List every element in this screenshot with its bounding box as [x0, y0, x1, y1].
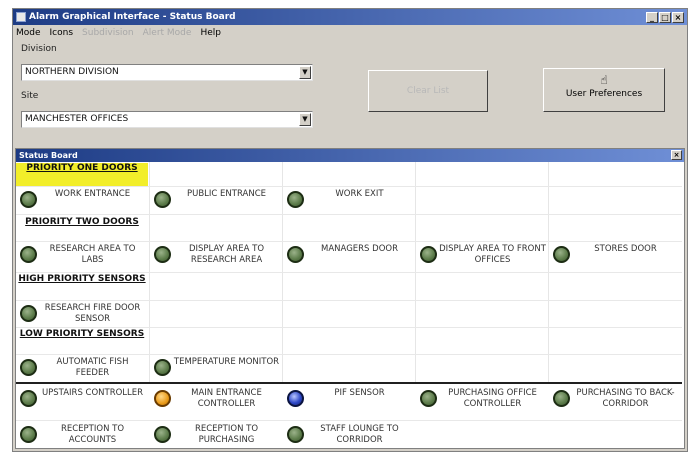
status-led-icon: [154, 246, 171, 263]
status-led-icon: [154, 390, 171, 407]
status-led-icon: [20, 246, 37, 263]
status-led-icon: [287, 246, 304, 263]
group-header-priority-one: PRIORITY ONE DOORS: [16, 163, 148, 186]
site-value: MANCHESTER OFFICES: [25, 114, 129, 124]
alarm-point[interactable]: RESEARCH AREA TO LABS: [16, 244, 148, 266]
alarm-point[interactable]: STORES DOOR: [549, 244, 681, 263]
status-led-icon: [553, 246, 570, 263]
group-header-high-priority: HIGH PRIORITY SENSORS: [18, 274, 146, 284]
status-led-icon: [287, 426, 304, 443]
menu-subdivision[interactable]: Subdivision: [82, 28, 134, 38]
alarm-point[interactable]: DISPLAY AREA TO FRONT OFFICES: [416, 244, 548, 266]
status-led-icon: [420, 390, 437, 407]
division-select[interactable]: NORTHERN DIVISION ▼: [21, 64, 313, 81]
status-board-close-button[interactable]: ×: [671, 150, 682, 160]
group-header-priority-two: PRIORITY TWO DOORS: [25, 217, 139, 227]
status-board-title: Status Board: [19, 151, 78, 160]
alarm-point[interactable]: MAIN ENTRANCE CONTROLLER: [150, 388, 282, 410]
grid-rule: [16, 327, 682, 328]
status-led-icon: [20, 390, 37, 407]
status-led-icon: [20, 359, 37, 376]
status-grid: PRIORITY ONE DOORS WORK ENTRANCE PUBLIC …: [16, 162, 682, 448]
menu-bar: Mode Icons Subdivision Alert Mode Help: [13, 25, 687, 40]
menu-icons[interactable]: Icons: [50, 28, 74, 38]
user-preferences-button[interactable]: ☝ User Preferences: [543, 68, 665, 112]
close-button[interactable]: ×: [672, 11, 684, 23]
status-board-title-bar[interactable]: Status Board ×: [16, 149, 684, 162]
selection-panel: Division NORTHERN DIVISION ▼ Site MANCHE…: [13, 40, 687, 152]
division-value: NORTHERN DIVISION: [25, 67, 119, 77]
grid-rule: [16, 214, 682, 215]
alarm-point[interactable]: RECEPTION TO PURCHASING: [150, 424, 282, 446]
menu-mode[interactable]: Mode: [16, 28, 41, 38]
window-title: Alarm Graphical Interface - Status Board: [29, 12, 236, 22]
status-led-icon: [154, 359, 171, 376]
alarm-point[interactable]: PURCHASING TO BACK-CORRIDOR: [549, 388, 681, 410]
status-led-icon: [154, 191, 171, 208]
maximize-button[interactable]: □: [659, 11, 671, 23]
status-led-icon: [287, 390, 304, 407]
site-label: Site: [21, 91, 39, 101]
alarm-point[interactable]: PIF SENSOR: [283, 388, 415, 407]
alarm-point[interactable]: RECEPTION TO ACCOUNTS: [16, 424, 148, 446]
grid-rule: [16, 420, 682, 421]
app-icon: [16, 12, 26, 22]
alarm-point[interactable]: RESEARCH FIRE DOOR SENSOR: [16, 303, 148, 325]
menu-help[interactable]: Help: [200, 28, 221, 38]
alarm-point[interactable]: STAFF LOUNGE TO CORRIDOR: [283, 424, 415, 446]
section-separator: [16, 382, 682, 384]
grid-rule: [16, 272, 682, 273]
status-board-window: Status Board × PRIORITY ONE DOORS WORK E…: [15, 148, 685, 449]
hand-icon: ☝: [600, 73, 608, 87]
alarm-point[interactable]: DISPLAY AREA TO RESEARCH AREA: [150, 244, 282, 266]
alarm-point[interactable]: UPSTAIRS CONTROLLER: [16, 388, 148, 407]
status-led-icon: [420, 246, 437, 263]
site-select[interactable]: MANCHESTER OFFICES ▼: [21, 111, 313, 128]
alarm-point[interactable]: WORK ENTRANCE: [16, 189, 148, 208]
status-led-icon: [20, 305, 37, 322]
alarm-point[interactable]: MANAGERS DOOR: [283, 244, 415, 263]
menu-alert-mode[interactable]: Alert Mode: [143, 28, 192, 38]
status-led-icon: [20, 426, 37, 443]
division-label: Division: [21, 44, 57, 54]
alarm-point[interactable]: WORK EXIT: [283, 189, 415, 208]
group-header-low-priority: LOW PRIORITY SENSORS: [19, 329, 145, 339]
chevron-down-icon[interactable]: ▼: [299, 113, 311, 126]
clear-list-button[interactable]: Clear List: [368, 70, 488, 112]
status-led-icon: [154, 426, 171, 443]
grid-rule: [16, 186, 682, 187]
grid-rule: [16, 300, 682, 301]
user-preferences-label: User Preferences: [565, 89, 643, 99]
status-led-icon: [287, 191, 304, 208]
status-led-icon: [20, 191, 37, 208]
alarm-point[interactable]: PURCHASING OFFICE CONTROLLER: [416, 388, 548, 410]
alarm-point[interactable]: AUTOMATIC FISH FEEDER: [16, 357, 148, 379]
main-window: Alarm Graphical Interface - Status Board…: [12, 8, 688, 452]
status-led-icon: [553, 390, 570, 407]
alarm-point[interactable]: TEMPERATURE MONITOR: [150, 357, 282, 376]
alarm-point[interactable]: PUBLIC ENTRANCE: [150, 189, 282, 208]
grid-rule: [16, 354, 682, 355]
minimize-button[interactable]: _: [646, 11, 658, 23]
chevron-down-icon[interactable]: ▼: [299, 66, 311, 79]
title-bar[interactable]: Alarm Graphical Interface - Status Board…: [13, 9, 687, 25]
grid-rule: [16, 241, 682, 242]
